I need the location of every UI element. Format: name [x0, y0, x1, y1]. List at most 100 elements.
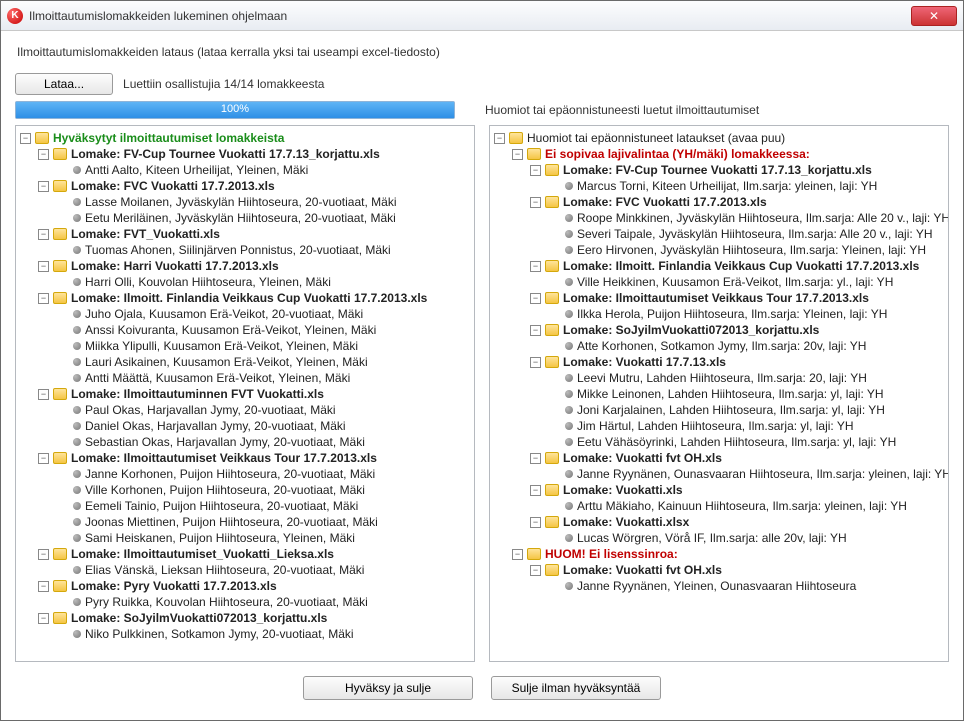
participant-item[interactable]: Harri Olli, Kouvolan Hiihtoseura, Yleine…	[85, 275, 331, 289]
participant-item[interactable]: Lasse Moilanen, Jyväskylän Hiihtoseura, …	[85, 195, 396, 209]
participant-item[interactable]: Miikka Ylipulli, Kuusamon Erä-Veikot, Yl…	[85, 339, 358, 353]
form-node[interactable]: Lomake: Ilmoitt. Finlandia Veikkaus Cup …	[563, 259, 919, 273]
participant-item[interactable]: Janne Korhonen, Puijon Hiihtoseura, 20-v…	[85, 467, 375, 481]
expand-toggle	[548, 373, 559, 384]
issue-item[interactable]: Janne Ryynänen, Ounasvaaran Hiihtoseura,…	[577, 467, 949, 481]
expand-toggle[interactable]: −	[38, 261, 49, 272]
expand-toggle[interactable]: −	[530, 453, 541, 464]
expand-toggle[interactable]: −	[20, 133, 31, 144]
issue-item[interactable]: Leevi Mutru, Lahden Hiihtoseura, Ilm.sar…	[577, 371, 867, 385]
expand-toggle	[548, 245, 559, 256]
expand-toggle[interactable]: −	[530, 165, 541, 176]
accepted-root[interactable]: Hyväksytyt ilmoittautumiset lomakkeista	[53, 131, 284, 145]
issue-item[interactable]: Jim Härtul, Lahden Hiihtoseura, Ilm.sarj…	[577, 419, 854, 433]
folder-icon	[545, 484, 559, 496]
form-node[interactable]: Lomake: Ilmoittautumiset Veikkaus Tour 1…	[71, 451, 377, 465]
participant-item[interactable]: Joonas Miettinen, Puijon Hiihtoseura, 20…	[85, 515, 378, 529]
form-node[interactable]: Lomake: Ilmoittautumiset_Vuokatti_Lieksa…	[71, 547, 334, 561]
form-node[interactable]: Lomake: Ilmoittautumiset Veikkaus Tour 1…	[563, 291, 869, 305]
issue-group[interactable]: Ei sopivaa lajivalintaa (YH/mäki) lomakk…	[545, 147, 810, 161]
expand-toggle[interactable]: −	[530, 517, 541, 528]
form-node[interactable]: Lomake: Ilmoittautuminnen FVT Vuokatti.x…	[71, 387, 324, 401]
folder-icon	[509, 132, 523, 144]
expand-toggle[interactable]: −	[512, 549, 523, 560]
participant-item[interactable]: Eetu Meriläinen, Jyväskylän Hiihtoseura,…	[85, 211, 396, 225]
participant-item[interactable]: Antti Määttä, Kuusamon Erä-Veikot, Ylein…	[85, 371, 350, 385]
participant-item[interactable]: Juho Ojala, Kuusamon Erä-Veikot, 20-vuot…	[85, 307, 363, 321]
expand-toggle[interactable]: −	[38, 549, 49, 560]
issue-item[interactable]: Mikke Leinonen, Lahden Hiihtoseura, Ilm.…	[577, 387, 884, 401]
form-node[interactable]: Lomake: FVC Vuokatti 17.7.2013.xls	[71, 179, 275, 193]
expand-toggle[interactable]: −	[38, 581, 49, 592]
participant-item[interactable]: Niko Pulkkinen, Sotkamon Jymy, 20-vuotia…	[85, 627, 354, 641]
issue-item[interactable]: Atte Korhonen, Sotkamon Jymy, Ilm.sarja:…	[577, 339, 866, 353]
expand-toggle[interactable]: −	[530, 565, 541, 576]
issue-item[interactable]: Eero Hirvonen, Jyväskylän Hiihtoseura, I…	[577, 243, 926, 257]
item-bullet-icon	[565, 438, 573, 446]
participant-item[interactable]: Ville Korhonen, Puijon Hiihtoseura, 20-v…	[85, 483, 365, 497]
issue-item[interactable]: Roope Minkkinen, Jyväskylän Hiihtoseura,…	[577, 211, 949, 225]
issue-item[interactable]: Ilkka Herola, Puijon Hiihtoseura, Ilm.sa…	[577, 307, 887, 321]
participant-item[interactable]: Tuomas Ahonen, Siilinjärven Ponnistus, 2…	[85, 243, 391, 257]
expand-toggle[interactable]: −	[530, 261, 541, 272]
participant-item[interactable]: Sami Heiskanen, Puijon Hiihtoseura, Ylei…	[85, 531, 355, 545]
form-node[interactable]: Lomake: Ilmoitt. Finlandia Veikkaus Cup …	[71, 291, 427, 305]
form-node[interactable]: Lomake: Vuokatti 17.7.13.xls	[563, 355, 726, 369]
participant-item[interactable]: Pyry Ruikka, Kouvolan Hiihtoseura, 20-vu…	[85, 595, 368, 609]
expand-toggle[interactable]: −	[38, 389, 49, 400]
expand-toggle[interactable]: −	[38, 613, 49, 624]
form-node[interactable]: Lomake: FVC Vuokatti 17.7.2013.xls	[563, 195, 767, 209]
issue-item[interactable]: Joni Karjalainen, Lahden Hiihtoseura, Il…	[577, 403, 885, 417]
item-bullet-icon	[73, 534, 81, 542]
expand-toggle[interactable]: −	[38, 229, 49, 240]
form-node[interactable]: Lomake: Pyry Vuokatti 17.7.2013.xls	[71, 579, 277, 593]
expand-toggle[interactable]: −	[38, 293, 49, 304]
participant-item[interactable]: Sebastian Okas, Harjavallan Jymy, 20-vuo…	[85, 435, 365, 449]
issue-item[interactable]: Marcus Torni, Kiteen Urheilijat, Ilm.sar…	[577, 179, 877, 193]
expand-toggle[interactable]: −	[530, 485, 541, 496]
cancel-close-button[interactable]: Sulje ilman hyväksyntää	[491, 676, 661, 700]
issue-item[interactable]: Arttu Mäkiaho, Kainuun Hiihtoseura, Ilm.…	[577, 499, 907, 513]
form-node[interactable]: Lomake: Vuokatti.xls	[563, 483, 683, 497]
load-button[interactable]: Lataa...	[15, 73, 113, 95]
form-node[interactable]: Lomake: FVT_Vuokatti.xls	[71, 227, 220, 241]
participant-item[interactable]: Eemeli Tainio, Puijon Hiihtoseura, 20-vu…	[85, 499, 358, 513]
participant-item[interactable]: Paul Okas, Harjavallan Jymy, 20-vuotiaat…	[85, 403, 336, 417]
participant-item[interactable]: Anssi Koivuranta, Kuusamon Erä-Veikot, Y…	[85, 323, 376, 337]
expand-toggle	[56, 213, 67, 224]
form-node[interactable]: Lomake: FV-Cup Tournee Vuokatti 17.7.13_…	[71, 147, 380, 161]
expand-toggle[interactable]: −	[530, 293, 541, 304]
form-node[interactable]: Lomake: SoJyilmVuokatti072013_korjattu.x…	[563, 323, 819, 337]
expand-toggle[interactable]: −	[530, 357, 541, 368]
issue-item[interactable]: Severi Taipale, Jyväskylän Hiihtoseura, …	[577, 227, 933, 241]
expand-toggle[interactable]: −	[512, 149, 523, 160]
participant-item[interactable]: Elias Vänskä, Lieksan Hiihtoseura, 20-vu…	[85, 563, 364, 577]
expand-toggle[interactable]: −	[38, 181, 49, 192]
expand-toggle[interactable]: −	[494, 133, 505, 144]
expand-toggle[interactable]: −	[38, 453, 49, 464]
close-button[interactable]: ✕	[911, 6, 957, 26]
issue-group[interactable]: HUOM! Ei lisenssinroa:	[545, 547, 678, 561]
issue-item[interactable]: Lucas Wörgren, Vörå IF, Ilm.sarja: alle …	[577, 531, 847, 545]
content-area: Ilmoittautumislomakkeiden lataus (lataa …	[1, 31, 963, 720]
expand-toggle[interactable]: −	[530, 197, 541, 208]
issue-item[interactable]: Ville Heikkinen, Kuusamon Erä-Veikot, Il…	[577, 275, 893, 289]
issues-root[interactable]: Huomiot tai epäonnistuneet lataukset (av…	[527, 131, 785, 145]
expand-toggle[interactable]: −	[38, 149, 49, 160]
expand-toggle	[548, 213, 559, 224]
participant-item[interactable]: Antti Aalto, Kiteen Urheilijat, Yleinen,…	[85, 163, 308, 177]
form-node[interactable]: Lomake: Vuokatti fvt OH.xls	[563, 451, 722, 465]
form-node[interactable]: Lomake: SoJyilmVuokatti072013_korjattu.x…	[71, 611, 327, 625]
participant-item[interactable]: Daniel Okas, Harjavallan Jymy, 20-vuotia…	[85, 419, 346, 433]
issues-tree-panel[interactable]: −Huomiot tai epäonnistuneet lataukset (a…	[489, 125, 949, 662]
issue-item[interactable]: Eetu Vähäsöyrinki, Lahden Hiihtoseura, I…	[577, 435, 896, 449]
accept-close-button[interactable]: Hyväksy ja sulje	[303, 676, 473, 700]
form-node[interactable]: Lomake: Harri Vuokatti 17.7.2013.xls	[71, 259, 279, 273]
form-node[interactable]: Lomake: FV-Cup Tournee Vuokatti 17.7.13_…	[563, 163, 872, 177]
form-node[interactable]: Lomake: Vuokatti fvt OH.xls	[563, 563, 722, 577]
accepted-tree-panel[interactable]: −Hyväksytyt ilmoittautumiset lomakkeista…	[15, 125, 475, 662]
expand-toggle[interactable]: −	[530, 325, 541, 336]
issue-item[interactable]: Janne Ryynänen, Yleinen, Ounasvaaran Hii…	[577, 579, 856, 593]
participant-item[interactable]: Lauri Asikainen, Kuusamon Erä-Veikot, Yl…	[85, 355, 368, 369]
form-node[interactable]: Lomake: Vuokatti.xlsx	[563, 515, 689, 529]
